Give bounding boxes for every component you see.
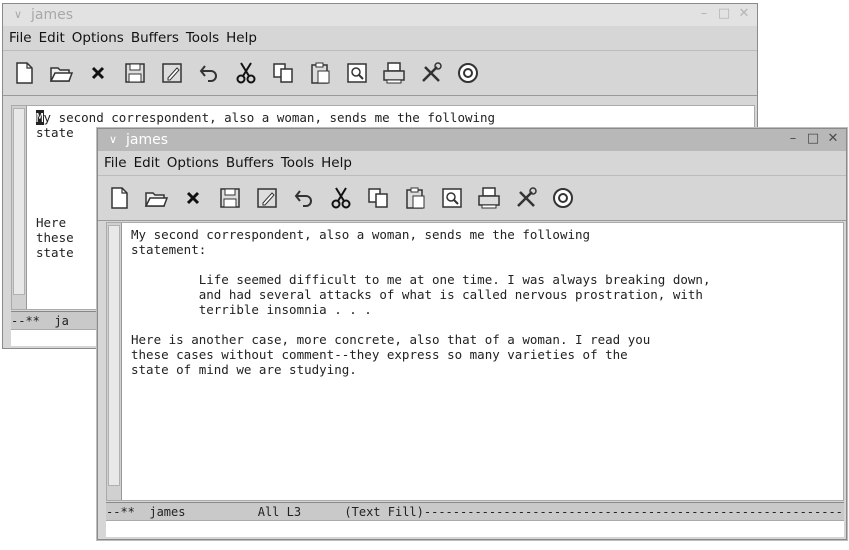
menu-buffers[interactable]: Buffers <box>131 30 179 46</box>
back-line-10: state <box>36 245 74 260</box>
save-as-icon[interactable] <box>159 60 185 86</box>
front-toolbar <box>98 176 846 221</box>
close-x-icon[interactable] <box>85 60 111 86</box>
save-disk-icon[interactable] <box>217 185 243 211</box>
undo-icon[interactable] <box>196 60 222 86</box>
front-scrollbar[interactable] <box>107 223 122 500</box>
front-minibuffer[interactable] <box>106 520 844 537</box>
menu-edit[interactable]: Edit <box>39 30 65 46</box>
help-lifebuoy-icon[interactable] <box>455 60 481 86</box>
copy-icon[interactable] <box>270 60 296 86</box>
preferences-tools-icon[interactable] <box>513 185 539 211</box>
close-x-icon[interactable] <box>180 185 206 211</box>
menu-help[interactable]: Help <box>321 155 352 171</box>
open-folder-icon[interactable] <box>143 185 169 211</box>
search-icon[interactable] <box>344 60 370 86</box>
back-window-title: james <box>31 7 74 23</box>
save-disk-icon[interactable] <box>122 60 148 86</box>
cut-scissors-icon[interactable] <box>233 60 259 86</box>
back-toolbar <box>3 51 757 96</box>
front-window-title: james <box>126 132 169 148</box>
menu-edit[interactable]: Edit <box>134 155 160 171</box>
open-folder-icon[interactable] <box>48 60 74 86</box>
preferences-tools-icon[interactable] <box>418 60 444 86</box>
print-icon[interactable] <box>381 60 407 86</box>
new-file-icon[interactable] <box>106 185 132 211</box>
front-menubar: File Edit Options Buffers Tools Help <box>98 151 846 176</box>
search-icon[interactable] <box>439 185 465 211</box>
undo-icon[interactable] <box>291 185 317 211</box>
cut-scissors-icon[interactable] <box>328 185 354 211</box>
front-titlebar[interactable]: ∨ james – □ ✕ <box>98 129 846 151</box>
back-scrollbar[interactable] <box>12 106 27 309</box>
back-line-9: these <box>36 230 74 245</box>
help-lifebuoy-icon[interactable] <box>550 185 576 211</box>
back-menubar: File Edit Options Buffers Tools Help <box>3 26 757 51</box>
text-cursor: M <box>36 110 44 125</box>
minimize-icon[interactable]: – <box>697 7 711 21</box>
paste-icon[interactable] <box>307 60 333 86</box>
menu-file[interactable]: File <box>9 30 32 46</box>
menu-options[interactable]: Options <box>72 30 124 46</box>
menu-file[interactable]: File <box>104 155 127 171</box>
maximize-icon[interactable]: □ <box>717 7 731 21</box>
back-titlebar[interactable]: ∨ james – □ ✕ <box>3 4 757 26</box>
window-menu-icon[interactable]: ∨ <box>11 9 25 21</box>
close-icon[interactable]: ✕ <box>826 132 840 146</box>
window-menu-icon[interactable]: ∨ <box>106 134 120 146</box>
maximize-icon[interactable]: □ <box>806 132 820 146</box>
front-modeline: --** james All L3 (Text Fill)-----------… <box>106 502 844 521</box>
paste-icon[interactable] <box>402 185 428 211</box>
save-as-icon[interactable] <box>254 185 280 211</box>
back-line-2: state <box>36 125 74 140</box>
front-text-area[interactable]: My second correspondent, also a woman, s… <box>106 222 844 501</box>
menu-help[interactable]: Help <box>226 30 257 46</box>
new-file-icon[interactable] <box>11 60 37 86</box>
copy-icon[interactable] <box>365 185 391 211</box>
menu-tools[interactable]: Tools <box>281 155 314 171</box>
menu-options[interactable]: Options <box>167 155 219 171</box>
print-icon[interactable] <box>476 185 502 211</box>
back-line-8: Here <box>36 215 67 230</box>
front-editor-window[interactable]: ∨ james – □ ✕ File Edit Options Buffers … <box>97 128 847 540</box>
back-line-1: y second correspondent, also a woman, se… <box>43 110 496 125</box>
menu-buffers[interactable]: Buffers <box>226 155 274 171</box>
menu-tools[interactable]: Tools <box>186 30 219 46</box>
close-icon[interactable]: ✕ <box>737 7 751 21</box>
minimize-icon[interactable]: – <box>786 132 800 146</box>
front-buffer-text: My second correspondent, also a woman, s… <box>131 227 711 377</box>
